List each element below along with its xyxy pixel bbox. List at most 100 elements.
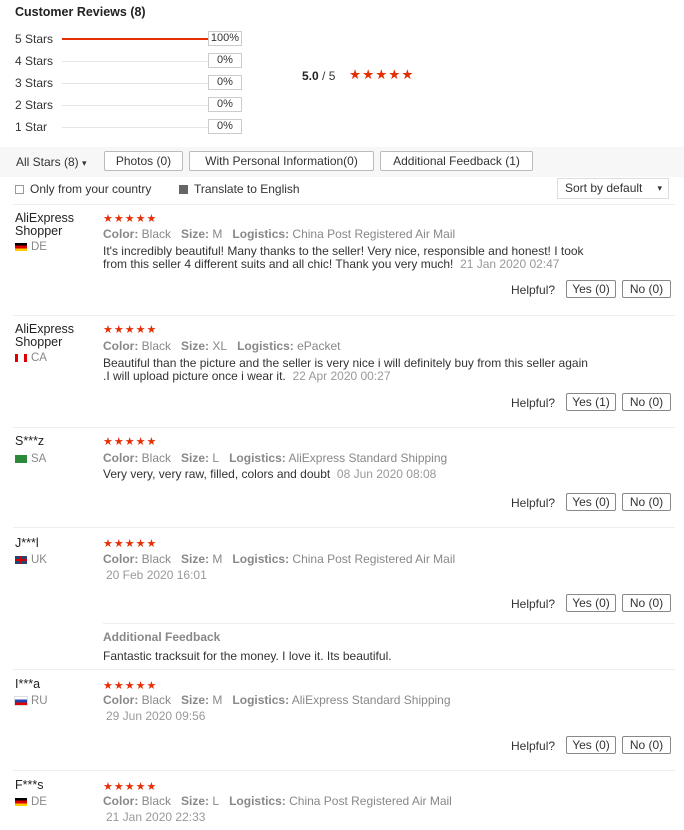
reviewer-country: DE — [15, 796, 47, 808]
rating-row-4[interactable]: 4 Stars 0% — [15, 53, 255, 69]
chevron-down-icon: ▾ — [657, 183, 662, 193]
helpful-yes-button[interactable]: Yes (0) — [566, 594, 616, 612]
all-stars-dropdown[interactable]: All Stars (8) ▾ — [16, 155, 87, 169]
helpful-no-button[interactable]: No (0) — [622, 393, 671, 411]
reviewer-name: J***l — [15, 536, 39, 550]
reviews-title: Customer Reviews (8) — [15, 5, 146, 19]
helpful-yes-button[interactable]: Yes (1) — [566, 393, 616, 411]
ca-flag-icon — [15, 353, 27, 362]
size-value: L — [212, 794, 220, 808]
sort-select[interactable]: Sort by default ▾ — [557, 178, 669, 199]
review-stars-icon: ★★★★★ — [103, 781, 158, 793]
rating-row-1[interactable]: 1 Star 0% — [15, 119, 255, 135]
divider — [13, 315, 675, 316]
reviewer-country: RU — [14, 695, 48, 707]
sort-label: Sort by default — [565, 181, 643, 195]
attr-label: Color: — [103, 552, 139, 566]
country-code: RU — [31, 695, 48, 707]
de-flag-icon — [15, 797, 27, 806]
rating-row-2[interactable]: 2 Stars 0% — [15, 97, 255, 113]
helpful-no-button[interactable]: No (0) — [622, 280, 671, 298]
translate-option[interactable]: Translate to English — [179, 182, 300, 196]
divider — [103, 623, 675, 624]
review-text: It's incredibly beautiful! Many thanks t… — [103, 245, 598, 271]
logistics-value: China Post Registered Air Mail — [292, 227, 456, 241]
review-item: F***s DE ★★★★★ Color: Black Size: L Logi… — [0, 770, 684, 830]
review-stars-icon: ★★★★★ — [103, 324, 158, 336]
reviewer-name: S***z — [15, 434, 45, 448]
logistics-value: ePacket — [297, 339, 341, 353]
average-score: 5.0 — [302, 69, 319, 83]
attr-label: Size: — [181, 451, 210, 465]
additional-feedback-text: Fantastic tracksuit for the money. I lov… — [103, 649, 392, 663]
review-date: 08 Jun 2020 08:08 — [336, 467, 437, 481]
additional-feedback-filter-button[interactable]: Additional Feedback (1) — [380, 151, 533, 171]
country-code: DE — [31, 796, 47, 808]
color-value: Black — [141, 794, 172, 808]
review-item: I***a RU ★★★★★ Color: Black Size: M Logi… — [0, 669, 684, 770]
helpful-no-button[interactable]: No (0) — [622, 594, 671, 612]
color-value: Black — [141, 227, 172, 241]
size-value: M — [212, 693, 223, 707]
divider — [13, 770, 675, 771]
size-value: M — [212, 227, 223, 241]
rating-row-5[interactable]: 5 Stars 100% — [15, 31, 255, 47]
review-attributes: Color: Black Size: XL Logistics: ePacket — [103, 339, 340, 353]
rating-percent: 0% — [208, 53, 242, 68]
attr-label: Size: — [181, 227, 210, 241]
review-text: Very very, very raw, filled, colors and … — [103, 468, 598, 481]
color-value: Black — [141, 552, 172, 566]
rating-percent: 100% — [208, 31, 242, 46]
size-value: L — [212, 451, 220, 465]
only-country-label: Only from your country — [30, 182, 152, 196]
reviewer-country: DE — [15, 241, 47, 253]
country-code: UK — [31, 554, 47, 566]
helpful-label: Helpful? — [511, 597, 556, 611]
divider — [13, 427, 675, 428]
sa-flag-icon — [15, 454, 27, 463]
reviewer-name: AliExpress Shopper — [15, 322, 75, 349]
rating-label: 2 Stars — [15, 98, 54, 112]
rating-label: 5 Stars — [15, 32, 54, 46]
review-item: AliExpress Shopper CA ★★★★★ Color: Black… — [0, 315, 684, 425]
all-stars-label: All Stars (8) — [16, 155, 79, 169]
attr-label: Size: — [181, 693, 210, 707]
divider — [13, 527, 675, 528]
review-text: Beautiful than the picture and the selle… — [103, 357, 593, 383]
review-attributes: Color: Black Size: M Logistics: China Po… — [103, 227, 455, 241]
rating-label: 4 Stars — [15, 54, 54, 68]
personal-info-filter-button[interactable]: With Personal Information(0) — [189, 151, 374, 171]
helpful-label: Helpful? — [511, 496, 556, 510]
attr-label: Color: — [103, 794, 139, 808]
checkbox-unchecked[interactable] — [15, 185, 24, 195]
rating-percent: 0% — [208, 75, 242, 90]
reviewer-name: I***a — [15, 677, 41, 691]
helpful-no-button[interactable]: No (0) — [622, 736, 671, 754]
country-code: SA — [31, 453, 47, 465]
helpful-yes-button[interactable]: Yes (0) — [566, 280, 616, 298]
divider — [13, 669, 675, 670]
reviewer-name: AliExpress Shopper — [15, 211, 75, 238]
average-stars-icon: ★★★★★ — [349, 67, 415, 82]
checkbox-checked[interactable] — [179, 185, 188, 195]
attr-label: Color: — [103, 339, 139, 353]
logistics-value: AliExpress Standard Shipping — [288, 451, 448, 465]
rating-label: 1 Star — [15, 120, 48, 134]
helpful-no-button[interactable]: No (0) — [622, 493, 671, 511]
rating-row-3[interactable]: 3 Stars 0% — [15, 75, 255, 91]
attr-label: Color: — [103, 227, 139, 241]
reviewer-country: UK — [15, 554, 47, 566]
rating-percent: 0% — [208, 119, 242, 134]
photos-filter-button[interactable]: Photos (0) — [104, 151, 183, 171]
country-code: CA — [31, 352, 47, 364]
only-country-option[interactable]: Only from your country — [15, 182, 151, 196]
size-value: XL — [212, 339, 228, 353]
uk-flag-icon — [15, 555, 27, 564]
review-stars-icon: ★★★★★ — [103, 538, 158, 550]
attr-label: Color: — [103, 451, 139, 465]
logistics-value: AliExpress Standard Shipping — [291, 693, 451, 707]
translate-label: Translate to English — [194, 182, 300, 196]
helpful-yes-button[interactable]: Yes (0) — [566, 493, 616, 511]
helpful-label: Helpful? — [511, 283, 556, 297]
helpful-yes-button[interactable]: Yes (0) — [566, 736, 616, 754]
